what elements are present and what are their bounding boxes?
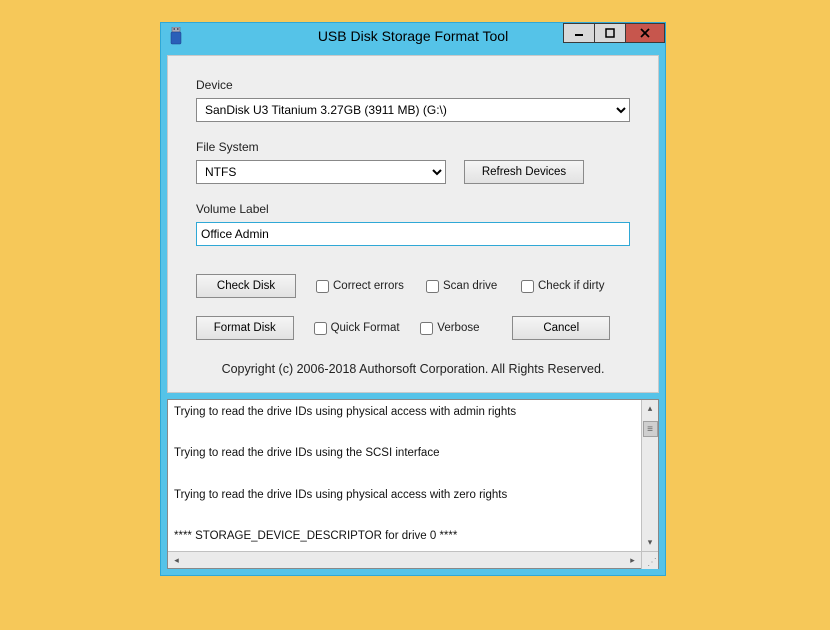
- scan-drive-checkbox[interactable]: [426, 280, 439, 293]
- scroll-left-arrow-icon[interactable]: ◂: [168, 552, 185, 568]
- quick-format-checkbox-wrap[interactable]: Quick Format: [314, 322, 421, 335]
- correct-errors-checkbox-wrap[interactable]: Correct errors: [316, 280, 426, 293]
- format-disk-button[interactable]: Format Disk: [196, 316, 294, 340]
- check-if-dirty-label: Check if dirty: [538, 280, 604, 292]
- check-disk-button[interactable]: Check Disk: [196, 274, 296, 298]
- check-disk-row: Check Disk Correct errors Scan drive Che…: [196, 274, 630, 298]
- verbose-checkbox[interactable]: [420, 322, 433, 335]
- verbose-label: Verbose: [437, 322, 479, 334]
- scan-drive-label: Scan drive: [443, 280, 497, 292]
- volume-label-label: Volume Label: [196, 202, 630, 216]
- app-window: USB Disk Storage Format Tool Device SanD…: [160, 22, 666, 576]
- filesystem-label: File System: [196, 140, 630, 154]
- window-controls: [564, 23, 665, 43]
- quick-format-label: Quick Format: [331, 322, 400, 334]
- minimize-button[interactable]: [563, 23, 595, 43]
- device-select[interactable]: SanDisk U3 Titanium 3.27GB (3911 MB) (G:…: [196, 98, 630, 122]
- volume-label-input[interactable]: [196, 222, 630, 246]
- scroll-right-arrow-icon[interactable]: ▸: [624, 552, 641, 568]
- scroll-down-arrow-icon[interactable]: ▾: [642, 534, 658, 551]
- titlebar[interactable]: USB Disk Storage Format Tool: [161, 23, 665, 49]
- verbose-checkbox-wrap[interactable]: Verbose: [420, 322, 512, 335]
- quick-format-checkbox[interactable]: [314, 322, 327, 335]
- log-panel: Trying to read the drive IDs using physi…: [167, 399, 659, 569]
- filesystem-select[interactable]: NTFS: [196, 160, 446, 184]
- close-button[interactable]: [625, 23, 665, 43]
- format-disk-row: Format Disk Quick Format Verbose Cancel: [196, 316, 630, 340]
- vertical-scrollbar[interactable]: ▴ ≡ ▾: [641, 400, 658, 551]
- maximize-button[interactable]: [594, 23, 626, 43]
- copyright-text: Copyright (c) 2006-2018 Authorsoft Corpo…: [196, 362, 630, 376]
- correct-errors-checkbox[interactable]: [316, 280, 329, 293]
- resize-grip-icon[interactable]: ⋰: [641, 552, 658, 569]
- scroll-up-arrow-icon[interactable]: ▴: [642, 400, 658, 417]
- log-text[interactable]: Trying to read the drive IDs using physi…: [168, 400, 641, 551]
- scan-drive-checkbox-wrap[interactable]: Scan drive: [426, 280, 521, 293]
- scroll-thumb[interactable]: ≡: [643, 421, 658, 437]
- horizontal-scrollbar[interactable]: ◂ ▸ ⋰: [168, 551, 658, 568]
- correct-errors-label: Correct errors: [333, 280, 404, 292]
- refresh-devices-button[interactable]: Refresh Devices: [464, 160, 584, 184]
- cancel-button[interactable]: Cancel: [512, 316, 610, 340]
- client-area: Device SanDisk U3 Titanium 3.27GB (3911 …: [167, 55, 659, 393]
- check-if-dirty-checkbox[interactable]: [521, 280, 534, 293]
- check-if-dirty-checkbox-wrap[interactable]: Check if dirty: [521, 280, 621, 293]
- device-label: Device: [196, 78, 630, 92]
